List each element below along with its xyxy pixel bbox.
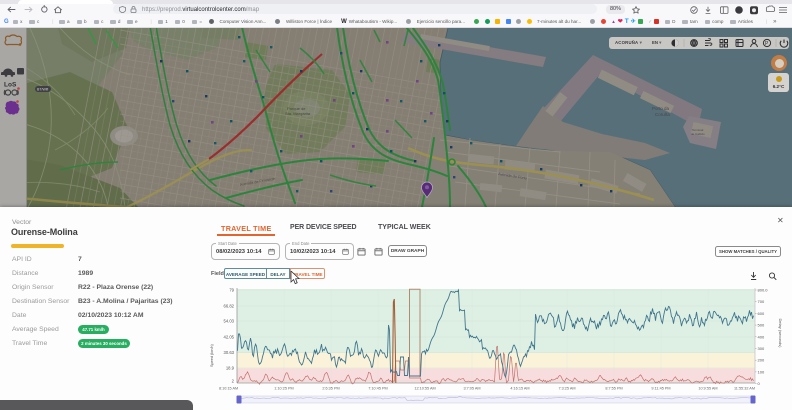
svg-text:4:16:15 AM: 4:16:15 AM xyxy=(510,387,529,391)
svg-text:7:10:45 PM: 7:10:45 PM xyxy=(368,387,387,391)
svg-text:8:10:15 AM: 8:10:15 AM xyxy=(219,387,238,391)
svg-text:400: 400 xyxy=(758,334,765,339)
svg-text:9:11:45 PM: 9:11:45 PM xyxy=(651,387,670,391)
svg-text:800.0: 800.0 xyxy=(758,288,769,293)
svg-text:300: 300 xyxy=(758,346,765,351)
svg-text:18.9: 18.9 xyxy=(226,366,235,371)
svg-text:66.82: 66.82 xyxy=(224,304,235,309)
svg-text:BT/Wifi: BT/Wifi xyxy=(37,88,48,92)
svg-text:500: 500 xyxy=(758,323,765,328)
svg-text:Speed (km/h): Speed (km/h) xyxy=(210,343,214,367)
svg-text:10:9:55 AM: 10:9:55 AM xyxy=(698,387,717,391)
svg-text:600: 600 xyxy=(758,311,765,316)
svg-text:1:10:25 PM: 1:10:25 PM xyxy=(274,387,293,391)
svg-text:42.05: 42.05 xyxy=(224,335,235,340)
svg-text:8:7:55 PM: 8:7:55 PM xyxy=(605,387,622,391)
svg-text:7:3:25 AM: 7:3:25 AM xyxy=(558,387,575,391)
svg-text:11:55:32 AM: 11:55:32 AM xyxy=(734,387,755,391)
svg-text:Delay (seconds): Delay (seconds) xyxy=(778,319,783,349)
svg-text:200: 200 xyxy=(758,358,765,363)
svg-text:3:7:05 AM: 3:7:05 AM xyxy=(463,387,480,391)
svg-text:2: 2 xyxy=(232,379,235,384)
svg-text:12:10:55 AM: 12:10:55 AM xyxy=(414,387,435,391)
svg-text:LoS: LoS xyxy=(4,82,17,89)
svg-text:700: 700 xyxy=(758,299,765,304)
svg-text:30.63: 30.63 xyxy=(224,350,235,355)
svg-text:0: 0 xyxy=(758,381,761,386)
svg-text:2:6:35 PM: 2:6:35 PM xyxy=(322,387,339,391)
svg-text:100: 100 xyxy=(758,369,765,374)
svg-text:79: 79 xyxy=(229,288,234,293)
svg-text:54.03: 54.03 xyxy=(224,319,235,324)
